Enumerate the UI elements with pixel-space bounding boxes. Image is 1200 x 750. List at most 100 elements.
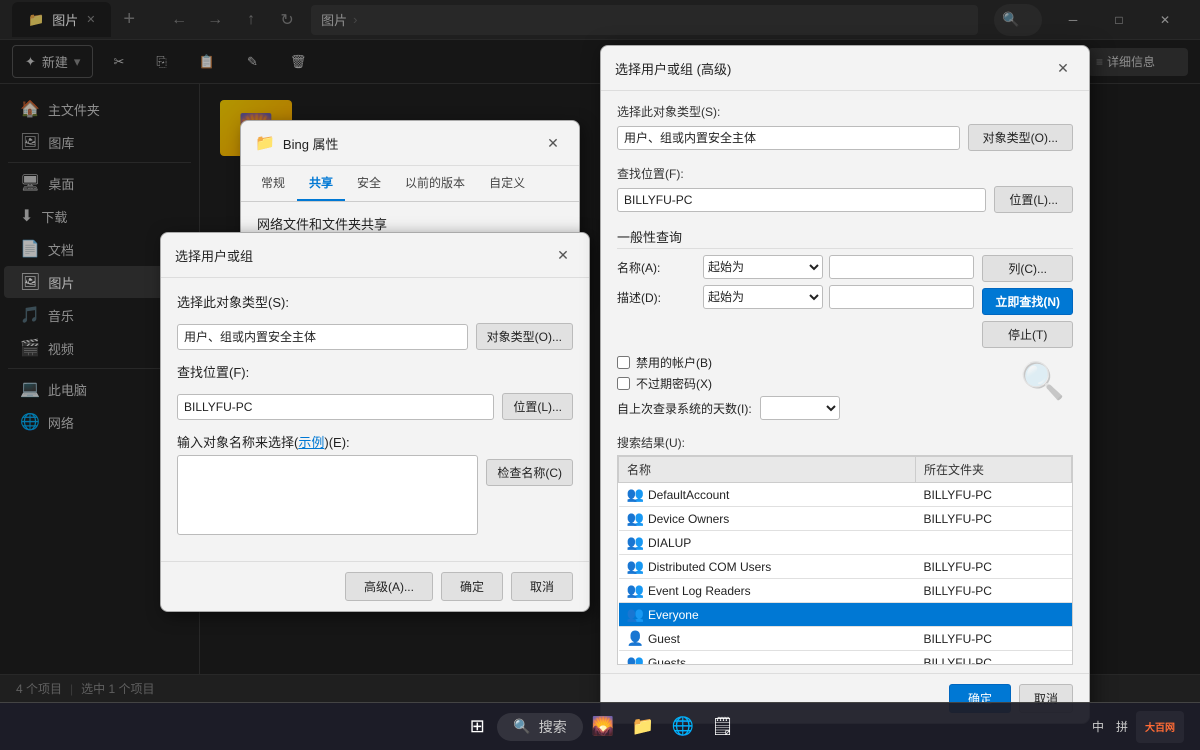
advanced-btn[interactable]: 高级(A)... [345,572,433,601]
adv-disabled-accounts: 禁用的帐户(B) [617,354,1073,371]
bing-title-icon: 📁 [255,133,275,153]
adv-general-query-section: 一般性查询 名称(A): 起始为 描述(D): 起始为 [617,227,1073,420]
col-location: 所在文件夹 [915,457,1071,483]
enter-name-row: 输入对象名称来选择(示例)(E): [177,432,573,451]
taskbar-app4[interactable]: 🗒 [703,707,743,747]
ok-btn[interactable]: 确定 [441,572,503,601]
tab-general[interactable]: 常规 [249,166,297,201]
adv-object-type-btn[interactable]: 对象类型(O)... [968,124,1073,151]
tab-security[interactable]: 安全 [345,166,393,201]
share-section-title: 网络文件和文件夹共享 [257,214,563,233]
search-large-icon: 🔍 [1020,360,1065,401]
input-method-zh[interactable]: 中 [1088,716,1108,737]
taskbar-app2[interactable]: 📁 [623,707,663,747]
enter-name-label: 输入对象名称来选择(示例)(E): [177,435,350,450]
search-decoration: 🔍 [1020,360,1065,402]
table-row[interactable]: 👥GuestsBILLYFU-PC [619,651,1072,666]
location-row: 查找位置(F): [177,362,573,381]
select-user-small-close[interactable]: ✕ [551,243,575,267]
select-user-small-content: 选择此对象类型(S): 对象类型(O)... 查找位置(F): 位置(L)...… [161,278,589,561]
select-user-advanced-close[interactable]: ✕ [1051,56,1075,80]
bing-properties-close[interactable]: ✕ [541,131,565,155]
select-user-small-footer: 高级(A)... 确定 取消 [161,561,589,611]
taskbar-logo: 大百网 [1136,711,1184,743]
taskbar-right: 中 拼 大百网 [1088,711,1184,743]
select-user-advanced-content: 选择此对象类型(S): 对象类型(O)... 查找位置(F): 位置(L)...… [601,91,1089,665]
cancel-btn[interactable]: 取消 [511,572,573,601]
table-row[interactable]: 👥DefaultAccountBILLYFU-PC [619,483,1072,507]
adv-name-input-row: 名称(A): 起始为 [617,255,974,279]
location-input[interactable] [177,394,494,420]
col-name: 名称 [619,457,916,483]
object-type-input-row: 对象类型(O)... [177,323,573,350]
adv-location-label: 查找位置(F): [617,165,1073,182]
results-section: 搜索结果(U): 名称 所在文件夹 👥DefaultAccountBILLYFU… [617,434,1073,665]
tab-share[interactable]: 共享 [297,166,345,201]
table-row[interactable]: 👥Distributed COM UsersBILLYFU-PC [619,555,1072,579]
table-row[interactable]: 👥DIALUP [619,531,1072,555]
adv-days-select[interactable] [760,396,840,420]
object-type-btn[interactable]: 对象类型(O)... [476,323,573,350]
adv-query-rows: 名称(A): 起始为 描述(D): 起始为 [617,255,1073,348]
object-type-input[interactable] [177,324,468,350]
adv-location-input[interactable] [617,188,986,212]
taskbar-app1[interactable]: 🌄 [583,707,623,747]
taskbar-search-text: 搜索 [539,717,567,737]
taskbar-app4-icon: 🗒 [711,716,734,737]
adv-disabled-label: 禁用的帐户(B) [636,354,712,371]
adv-list-btn[interactable]: 列(C)... [982,255,1073,282]
select-user-small-dialog: 选择用户或组 ✕ 选择此对象类型(S): 对象类型(O)... 查找位置(F):… [160,232,590,612]
adv-disabled-checkbox[interactable] [617,356,630,369]
select-user-advanced-dialog: 选择用户或组 (高级) ✕ 选择此对象类型(S): 对象类型(O)... 查找位… [600,45,1090,724]
adv-name-row: 名称(A): 起始为 描述(D): 起始为 [617,255,974,348]
adv-days-row: 自上次查录系统的天数(I): [617,396,1073,420]
taskbar-app3[interactable]: 🌐 [663,707,703,747]
adv-no-expire-row: 不过期密码(X) [617,375,1073,392]
results-label: 搜索结果(U): [617,434,1073,451]
adv-object-type-section: 选择此对象类型(S): 对象类型(O)... [617,103,1073,151]
adv-days-label: 自上次查录系统的天数(I): [617,400,752,417]
enter-name-input-row: 检查名称(C) [177,455,573,535]
adv-desc-condition[interactable]: 起始为 [703,285,823,309]
windows-icon: ⊞ [470,716,485,737]
adv-location-btn[interactable]: 位置(L)... [994,186,1073,213]
taskbar-app3-icon: 🌐 [672,716,694,737]
adv-object-type-input[interactable] [617,126,960,150]
adv-buttons: 列(C)... 立即查找(N) 停止(T) [982,255,1073,348]
location-label: 查找位置(F): [177,362,287,381]
adv-name-condition[interactable]: 起始为 [703,255,823,279]
select-user-small-title: 选择用户或组 ✕ [161,233,589,278]
adv-desc-label: 描述(D): [617,289,697,306]
adv-name-value[interactable] [829,255,974,279]
adv-location-row: 位置(L)... [617,186,1073,213]
tab-previous[interactable]: 以前的版本 [393,166,477,201]
adv-no-expire-label: 不过期密码(X) [636,375,712,392]
adv-desc-input-row: 描述(D): 起始为 [617,285,974,309]
adv-general-query-title: 一般性查询 [617,227,1073,249]
taskbar-search[interactable]: 🔍 搜索 [497,713,582,741]
input-method-pin[interactable]: 拼 [1112,716,1132,737]
location-input-row: 位置(L)... [177,393,573,420]
example-link[interactable]: 示例 [298,435,324,450]
adv-stop-btn[interactable]: 停止(T) [982,321,1073,348]
adv-no-expire-checkbox[interactable] [617,377,630,390]
start-button[interactable]: ⊞ [457,707,497,747]
adv-search-btn[interactable]: 立即查找(N) [982,288,1073,315]
table-row[interactable]: 👥Device OwnersBILLYFU-PC [619,507,1072,531]
select-user-advanced-title: 选择用户或组 (高级) ✕ [601,46,1089,91]
tab-custom[interactable]: 自定义 [477,166,537,201]
results-scroll[interactable]: 名称 所在文件夹 👥DefaultAccountBILLYFU-PC👥Devic… [617,455,1073,665]
location-btn[interactable]: 位置(L)... [502,393,573,420]
table-row[interactable]: 👥Everyone [619,603,1072,627]
bing-properties-title: 📁 Bing 属性 ✕ [241,121,579,166]
table-row[interactable]: 👤GuestBILLYFU-PC [619,627,1072,651]
name-textarea[interactable] [177,455,478,535]
table-row[interactable]: 👥Event Log ReadersBILLYFU-PC [619,579,1072,603]
check-name-btn[interactable]: 检查名称(C) [486,459,573,486]
taskbar-app2-icon: 📁 [632,716,654,737]
adv-desc-value[interactable] [829,285,974,309]
taskbar-search-icon: 🔍 [513,718,530,735]
adv-name-label: 名称(A): [617,259,697,276]
bing-properties-tabs: 常规 共享 安全 以前的版本 自定义 [241,166,579,202]
object-type-row: 选择此对象类型(S): [177,292,573,311]
